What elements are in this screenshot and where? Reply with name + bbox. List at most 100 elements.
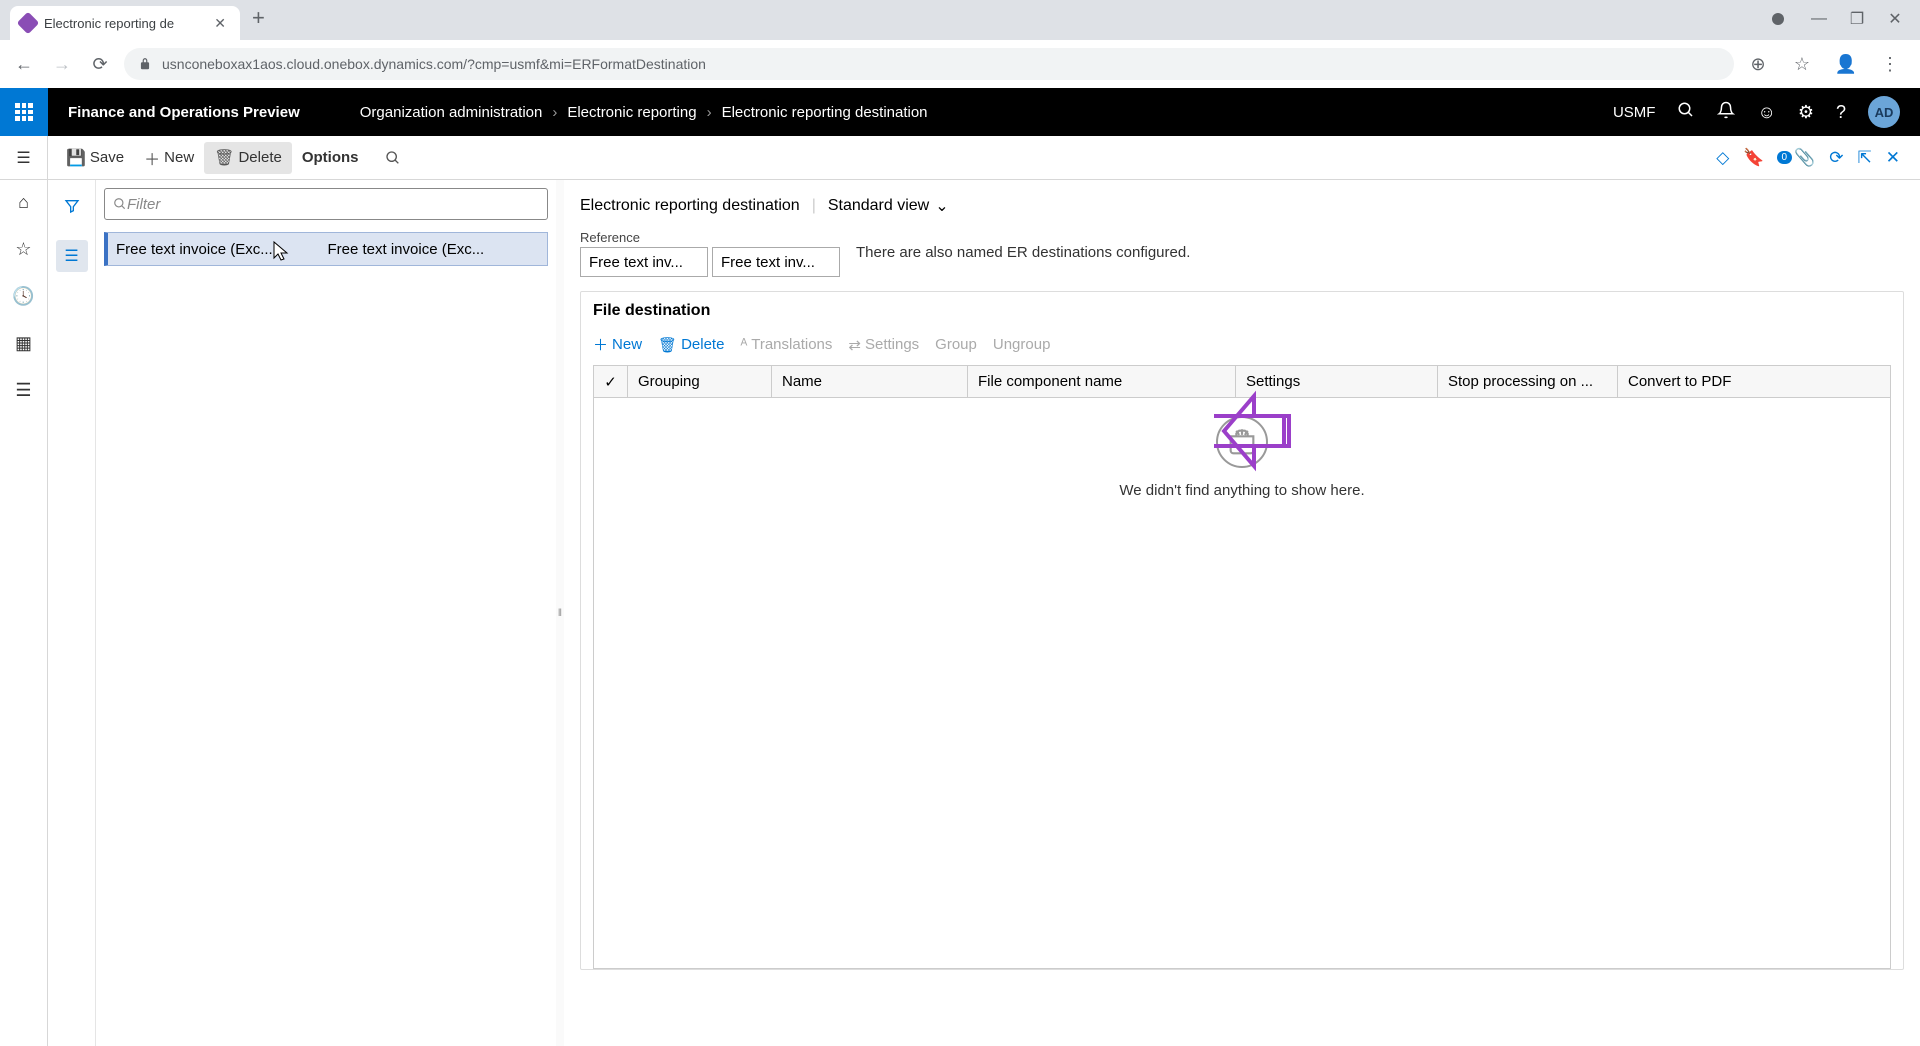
reference-label: Reference bbox=[580, 230, 840, 245]
grid-header-select[interactable]: ✓ bbox=[594, 366, 628, 397]
search-icon bbox=[113, 197, 127, 211]
view-selector[interactable]: Standard view ⌄ bbox=[828, 196, 949, 216]
minimize-button[interactable]: — bbox=[1810, 10, 1828, 28]
new-button[interactable]: ＋ New bbox=[134, 140, 204, 176]
browser-tab[interactable]: Electronic reporting de ✕ bbox=[10, 6, 240, 40]
favorites-icon[interactable]: ☆ bbox=[15, 239, 31, 260]
toolbar-search-button[interactable] bbox=[375, 144, 411, 172]
splitter-handle[interactable]: ‖ bbox=[556, 180, 564, 1046]
app-title: Finance and Operations Preview bbox=[48, 104, 320, 121]
main-content: ⌂ ☆ 🕓 ▦ ☰ ☰ Free text invoice (Exc... Fr… bbox=[0, 180, 1920, 1046]
help-icon[interactable]: ? bbox=[1836, 102, 1846, 123]
grid-header-name[interactable]: Name bbox=[772, 366, 968, 397]
incognito-indicator bbox=[1772, 10, 1790, 28]
grid-group-button[interactable]: Group bbox=[935, 336, 977, 353]
options-button[interactable]: Options bbox=[292, 143, 369, 172]
favicon bbox=[17, 12, 40, 35]
back-button[interactable]: ← bbox=[10, 50, 38, 78]
list-row-col2: Free text invoice (Exc... bbox=[328, 241, 540, 258]
window-close-button[interactable]: ✕ bbox=[1886, 10, 1904, 28]
bookmark-page-icon[interactable]: 🔖 bbox=[1743, 148, 1764, 168]
list-row[interactable]: Free text invoice (Exc... Free text invo… bbox=[104, 232, 548, 266]
app-launcher[interactable] bbox=[0, 88, 48, 136]
popout-icon[interactable]: ⇱ bbox=[1858, 148, 1872, 168]
reference-input-1[interactable]: Free text inv... bbox=[580, 247, 708, 277]
breadcrumb-item-er[interactable]: Electronic reporting bbox=[567, 104, 696, 121]
grid-header-convert[interactable]: Convert to PDF bbox=[1618, 366, 1792, 397]
notification-icon[interactable] bbox=[1717, 101, 1735, 124]
action-pane: ☰ 💾 Save ＋ New 🗑 Delete Options ◇ 🔖 0 📎 … bbox=[0, 136, 1920, 180]
recent-icon[interactable]: 🕓 bbox=[12, 286, 34, 307]
left-nav-rail: ⌂ ☆ 🕓 ▦ ☰ bbox=[0, 180, 48, 1046]
breadcrumb-item-destination[interactable]: Electronic reporting destination bbox=[722, 104, 928, 121]
list-view-icon[interactable]: ☰ bbox=[56, 240, 88, 272]
grid-settings-button[interactable]: ⇄ Settings bbox=[848, 336, 919, 354]
trash-icon: 🗑 bbox=[658, 336, 677, 354]
new-label: New bbox=[164, 149, 194, 166]
reference-field: Reference Free text inv... Free text inv… bbox=[580, 230, 840, 277]
grid-header-settings[interactable]: Settings bbox=[1236, 366, 1438, 397]
grid-header-component[interactable]: File component name bbox=[968, 366, 1236, 397]
save-label: Save bbox=[90, 149, 124, 166]
view-label: Standard view bbox=[828, 197, 929, 215]
browser-menu-icon[interactable]: ⋮ bbox=[1876, 50, 1904, 78]
attachment-count-badge: 0 bbox=[1777, 151, 1793, 164]
new-tab-button[interactable]: + bbox=[240, 5, 277, 31]
trash-icon: 🗑 bbox=[214, 148, 234, 168]
browser-tab-bar: Electronic reporting de ✕ + — ❐ ✕ bbox=[0, 0, 1920, 40]
filter-pane-icon[interactable] bbox=[56, 190, 88, 222]
grid-new-label: New bbox=[612, 336, 642, 353]
grid-translations-button[interactable]: ᴬ Translations bbox=[740, 336, 832, 353]
translate-icon: ᴬ bbox=[740, 336, 747, 353]
close-icon[interactable]: ✕ bbox=[1886, 148, 1900, 168]
search-icon[interactable] bbox=[1677, 101, 1695, 124]
reference-input-2[interactable]: Free text inv... bbox=[712, 247, 840, 277]
grid-translations-label: Translations bbox=[751, 336, 832, 353]
home-icon[interactable]: ⌂ bbox=[18, 192, 29, 213]
separator: | bbox=[812, 197, 816, 215]
diamond-icon[interactable]: ◇ bbox=[1716, 148, 1729, 168]
grid-new-button[interactable]: ＋ New bbox=[593, 334, 642, 355]
modules-icon[interactable]: ☰ bbox=[15, 380, 31, 401]
company-label[interactable]: USMF bbox=[1613, 104, 1656, 121]
list-panel: ☰ Free text invoice (Exc... Free text in… bbox=[48, 180, 556, 1046]
grid-header-grouping[interactable]: Grouping bbox=[628, 366, 772, 397]
filter-input[interactable] bbox=[127, 196, 539, 213]
bookmark-icon[interactable]: ☆ bbox=[1788, 50, 1816, 78]
window-controls: — ❐ ✕ bbox=[1756, 0, 1920, 38]
refresh-icon[interactable]: ⟳ bbox=[1829, 148, 1843, 168]
grid-empty-state: We didn't find anything to show here. bbox=[594, 398, 1890, 968]
maximize-button[interactable]: ❐ bbox=[1848, 10, 1866, 28]
plus-icon: ＋ bbox=[593, 334, 608, 355]
empty-icon bbox=[1216, 416, 1268, 468]
gear-icon[interactable]: ⚙ bbox=[1798, 102, 1814, 123]
reload-button[interactable]: ⟳ bbox=[86, 50, 114, 78]
page-title: Electronic reporting destination bbox=[580, 197, 800, 215]
grid-ungroup-label: Ungroup bbox=[993, 336, 1051, 353]
delete-button[interactable]: 🗑 Delete bbox=[204, 142, 292, 174]
list-row-col1: Free text invoice (Exc... bbox=[116, 241, 328, 258]
workspaces-icon[interactable]: ▦ bbox=[15, 333, 32, 354]
feedback-icon[interactable]: ☺ bbox=[1757, 102, 1775, 123]
detail-panel: Electronic reporting destination | Stand… bbox=[564, 180, 1920, 1046]
save-button[interactable]: 💾 Save bbox=[56, 142, 134, 174]
grid-delete-button[interactable]: 🗑 Delete bbox=[658, 336, 724, 354]
filter-input-wrap[interactable] bbox=[104, 188, 548, 220]
profile-icon[interactable]: 👤 bbox=[1832, 50, 1860, 78]
header-actions: USMF ☺ ⚙ ? AD bbox=[1613, 96, 1920, 128]
nav-toggle[interactable]: ☰ bbox=[0, 136, 48, 179]
grid-header-row: ✓ Grouping Name File component name Sett… bbox=[594, 366, 1890, 398]
breadcrumb-item-org-admin[interactable]: Organization administration bbox=[360, 104, 543, 121]
grid-ungroup-button[interactable]: Ungroup bbox=[993, 336, 1051, 353]
user-avatar[interactable]: AD bbox=[1868, 96, 1900, 128]
url-box[interactable]: usnconeboxax1aos.cloud.onebox.dynamics.c… bbox=[124, 48, 1734, 80]
zoom-icon[interactable]: ⊕ bbox=[1744, 50, 1772, 78]
attachment-icon[interactable]: 📎 bbox=[1794, 148, 1815, 168]
forward-button[interactable]: → bbox=[48, 50, 76, 78]
grid-header-stop[interactable]: Stop processing on ... bbox=[1438, 366, 1618, 397]
list-toggle-column: ☰ bbox=[48, 180, 96, 1046]
chevron-right-icon: › bbox=[552, 104, 557, 121]
tab-close-icon[interactable]: ✕ bbox=[210, 15, 230, 32]
reference-section: Reference Free text inv... Free text inv… bbox=[580, 230, 1904, 277]
settings-icon: ⇄ bbox=[848, 336, 861, 354]
